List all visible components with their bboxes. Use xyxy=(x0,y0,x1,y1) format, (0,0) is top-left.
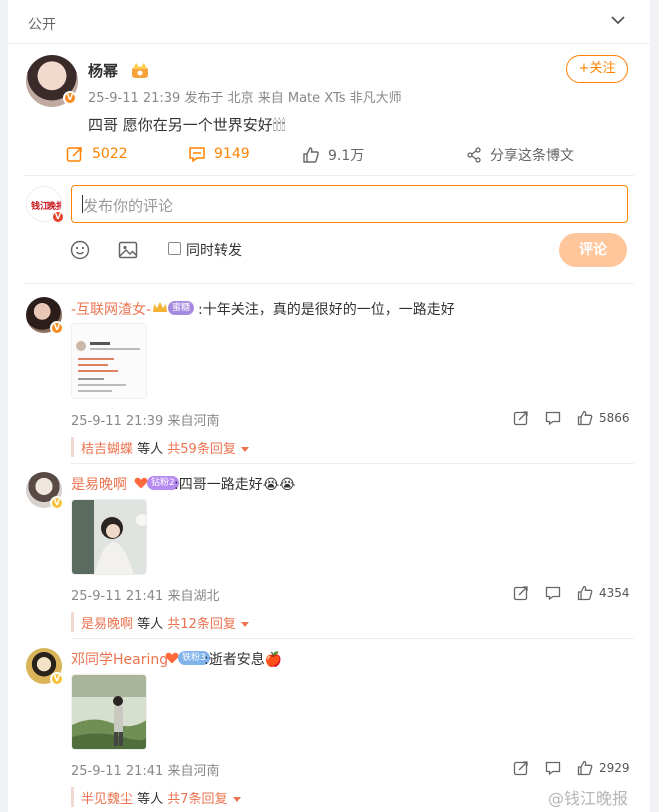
thumb-up-icon[interactable] xyxy=(577,410,593,426)
fan-level-badge: 蜜糖 xyxy=(168,301,195,315)
comment-button[interactable]: 9149 xyxy=(188,145,250,163)
reply-user[interactable]: 半见魏尘 xyxy=(81,792,133,807)
repost-icon[interactable] xyxy=(513,585,529,601)
thumb-up-icon[interactable] xyxy=(577,760,593,776)
comment-image[interactable] xyxy=(71,499,147,575)
reply-bar xyxy=(71,437,74,457)
emoji-icon[interactable] xyxy=(68,238,92,262)
visibility-label: 公开 xyxy=(28,17,56,33)
reply-count[interactable]: 共12条回复 xyxy=(167,617,236,632)
photo-thumbnail-icon xyxy=(72,500,146,574)
post-card: 公开 V 杨幂 25-9-11 21:39 发布于 北京 来自 Mate XTs… xyxy=(8,0,650,812)
comment-actions: 2929 xyxy=(513,760,630,776)
comment-icon[interactable] xyxy=(545,585,561,601)
replies-summary[interactable]: 半见魏尘 等人 共7条回复 xyxy=(71,784,628,810)
comment-meta: 25-9-11 21:41 来自河南 xyxy=(71,764,220,779)
replies-text: 桔吉蝴蝶 等人 共59条回复 xyxy=(81,438,249,457)
verified-badge-icon: V xyxy=(51,210,65,224)
thumb-up-icon xyxy=(303,147,319,163)
heart-badge-icon xyxy=(134,477,148,489)
divider xyxy=(24,283,634,284)
repost-checkbox[interactable] xyxy=(168,242,181,255)
divider xyxy=(71,638,634,639)
like-count: 9.1万 xyxy=(328,148,365,164)
comment-author-name[interactable]: -互联网渣女- xyxy=(71,299,151,319)
verified-badge-icon: V xyxy=(50,496,64,510)
watermark: @钱江晚报 xyxy=(548,789,629,808)
post-author-name[interactable]: 杨幂 xyxy=(88,60,118,81)
repost-icon[interactable] xyxy=(513,760,529,776)
replies-text: 半见魏尘 等人 共7条回复 xyxy=(81,788,241,807)
comment-image[interactable] xyxy=(71,674,147,750)
reply-mid: 等人 xyxy=(133,792,168,807)
screenshot-thumbnail-icon xyxy=(72,324,146,398)
follow-button[interactable]: +关注 xyxy=(566,55,628,83)
reply-bar xyxy=(71,787,74,807)
comment-image[interactable] xyxy=(71,323,147,399)
image-icon[interactable] xyxy=(116,238,140,262)
divider xyxy=(24,175,634,176)
comment-count: 9149 xyxy=(214,146,250,162)
comment-meta: 25-9-11 21:41 来自湖北 xyxy=(71,589,220,604)
photo-thumbnail-icon xyxy=(72,675,146,749)
thumb-up-icon[interactable] xyxy=(577,585,593,601)
comment-like-count: 2929 xyxy=(599,761,630,775)
verified-badge-icon: V xyxy=(50,321,64,335)
crown-icon xyxy=(153,302,167,312)
reply-count[interactable]: 共7条回复 xyxy=(167,792,227,807)
comment-text: :十年关注，真的是很好的一位，一路走好 xyxy=(198,302,455,318)
like-button[interactable]: 9.1万 xyxy=(302,145,364,165)
submit-comment-button[interactable]: 评论 xyxy=(559,233,627,267)
comment-icon xyxy=(189,147,205,163)
reply-user[interactable]: 桔吉蝴蝶 xyxy=(81,442,133,457)
comment-like-count: 4354 xyxy=(599,586,630,600)
share-icon xyxy=(467,147,481,163)
comment-text: :四哥一路走好😭😭 xyxy=(174,477,296,493)
verified-badge-icon: V xyxy=(63,91,77,105)
replies-summary[interactable]: 是易晚啊 等人 共12条回复 xyxy=(71,609,628,635)
reply-user[interactable]: 是易晚啊 xyxy=(81,617,133,632)
comment-meta: 25-9-11 21:39 来自河南 xyxy=(71,414,220,429)
comment-input[interactable]: 发布你的评论 xyxy=(71,185,628,223)
divider xyxy=(71,463,634,464)
comment-icon[interactable] xyxy=(545,410,561,426)
crown-icon xyxy=(132,63,148,78)
comment-author-name[interactable]: 是易晚啊 xyxy=(71,474,127,494)
reply-count[interactable]: 共59条回复 xyxy=(167,442,236,457)
reply-mid: 等人 xyxy=(133,442,168,457)
replies-summary[interactable]: 桔吉蝴蝶 等人 共59条回复 xyxy=(71,434,628,460)
repost-button[interactable]: 5022 xyxy=(66,145,128,163)
share-label: 分享这条博文 xyxy=(490,148,574,164)
verified-badge-icon: V xyxy=(50,672,64,686)
chevron-down-icon[interactable] xyxy=(608,10,628,30)
replies-text: 是易晚啊 等人 共12条回复 xyxy=(81,613,249,632)
repost-count: 5022 xyxy=(92,146,128,162)
comment-text: :逝者安息🍎 xyxy=(204,652,283,668)
visibility-bar: 公开 xyxy=(8,0,650,44)
comment-actions: 5866 xyxy=(513,410,630,426)
repost-icon xyxy=(66,147,82,162)
comment-like-count: 5866 xyxy=(599,411,630,425)
reply-mid: 等人 xyxy=(133,617,168,632)
caret-down-icon xyxy=(232,797,241,802)
reply-bar xyxy=(71,612,74,632)
scrollbar-track[interactable] xyxy=(650,0,659,812)
repost-icon[interactable] xyxy=(513,410,529,426)
repost-checkbox-label: 同时转发 xyxy=(186,243,242,259)
share-button[interactable]: 分享这条博文 xyxy=(466,145,574,165)
heart-badge-icon xyxy=(165,652,179,664)
comment-author-name[interactable]: 邓同学Hearing xyxy=(71,649,168,669)
post-meta: 25-9-11 21:39 发布于 北京 来自 Mate XTs 非凡大师 xyxy=(88,91,402,106)
caret-down-icon xyxy=(240,447,249,452)
caret-down-icon xyxy=(240,622,249,627)
comment-actions: 4354 xyxy=(513,585,630,601)
post-text: 四哥 愿你在另一个世界安好🕯🕯🕯 xyxy=(88,116,286,134)
comment-icon[interactable] xyxy=(545,760,561,776)
